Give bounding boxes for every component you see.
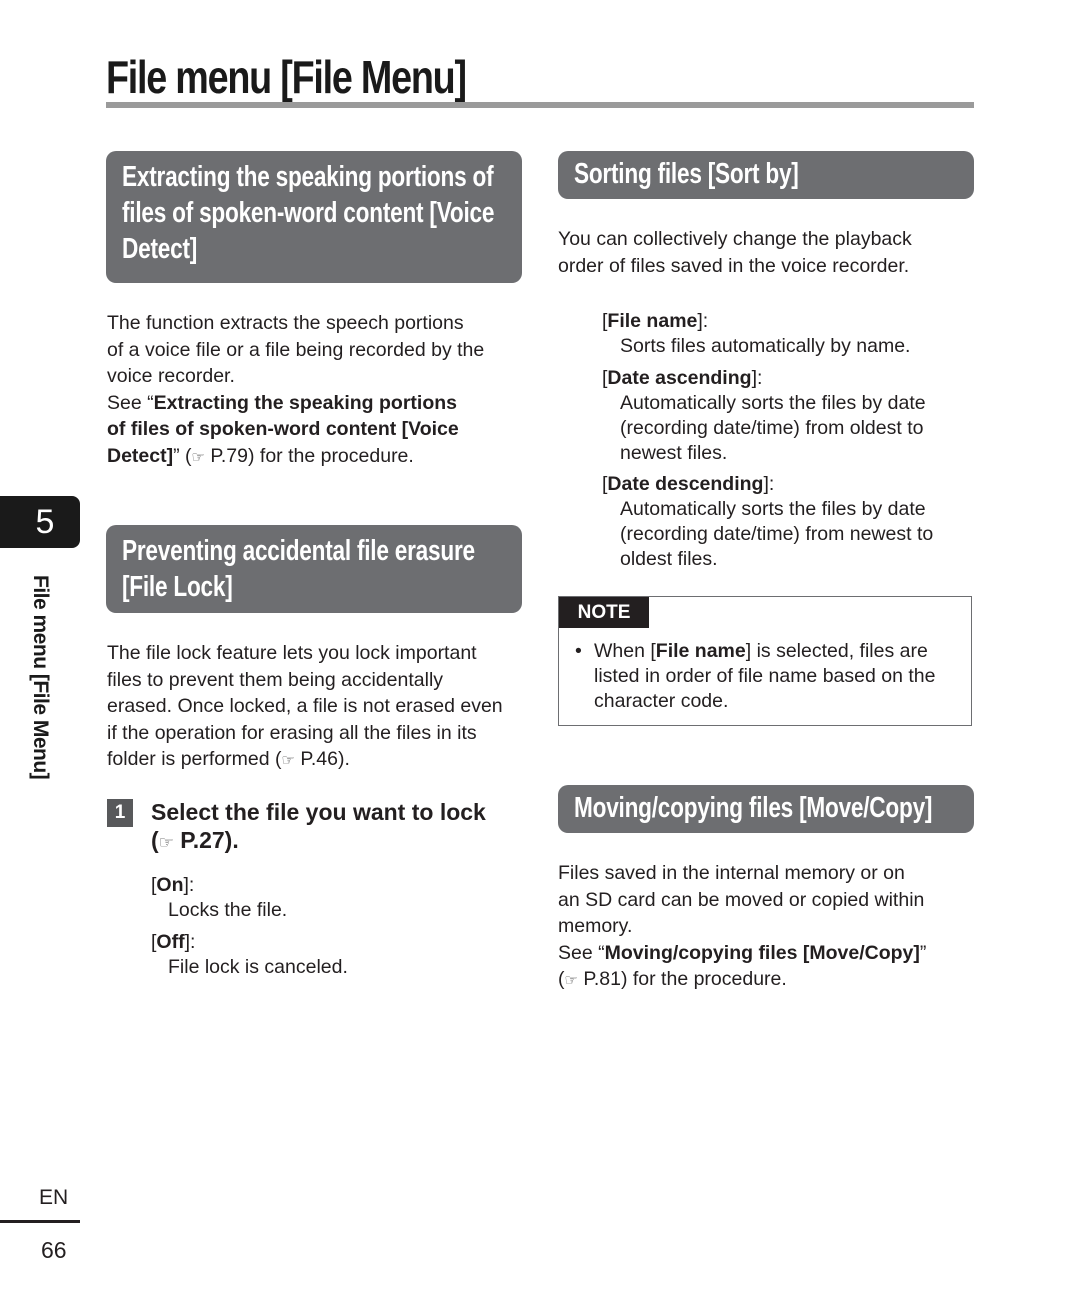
text-line: The file lock feature lets you lock impo… [107,642,477,664]
text-line: newest files. [620,442,728,464]
page-number: 66 [41,1237,67,1263]
see-reference: See “Moving/copying files [Move/Copy]” [558,940,978,967]
text-line: Automatically sorts the files by date [620,392,926,414]
reference-title: of files of spoken-word content [Voice [107,418,459,440]
page-reference: P.27). [173,827,239,853]
option-desc-date-ascending: Automatically sorts the files by date (r… [620,391,926,466]
title-rule [106,102,974,108]
reference-title: Extracting the speaking portions [153,391,457,414]
pointing-hand-icon: ☞ [158,833,174,852]
section-heading-voice-detect: Extracting the speaking portions of file… [106,151,522,283]
voice-detect-description: The function extracts the speech portion… [107,310,537,471]
option-desc-off: File lock is canceled. [168,956,348,978]
option-name: Off [156,931,185,953]
heading-line: Preventing accidental file erasure [122,535,475,567]
pointing-hand-icon: ☞ [191,448,205,466]
option-name: Date ascending [607,367,752,389]
text-line: You can collectively change the playback [558,228,912,250]
text-line: Sorts files automatically by name. [620,335,911,357]
option-desc-date-descending: Automatically sorts the files by date (r… [620,497,933,572]
page-reference-line[interactable]: folder is performed (☞ P.46). [107,746,537,775]
chapter-tab: 5 [0,496,80,548]
text-fragment: folder is performed ( [107,748,282,770]
step-number-badge: 1 [107,799,133,827]
section-heading-sort-by: Sorting files [Sort by] [558,151,974,199]
text-line: The function extracts the speech portion… [107,312,464,334]
text-line: files to prevent them being accidentally [107,668,444,691]
see-reference-page[interactable]: Detect]” (☞ P.79) for the procedure. [107,443,537,472]
step-page-reference[interactable]: (☞ P.27). [151,826,486,857]
sort-by-description: You can collectively change the playback… [558,226,978,279]
text-line: an SD card can be moved or copied within [558,888,925,911]
text-line: (recording date/time) from oldest to [620,417,924,439]
quote-close: ” [919,941,927,964]
text-fragment: ] is selected, files are [745,640,928,662]
see-reference: See “Extracting the speaking portions [107,390,537,417]
option-label-date-ascending: [Date ascending]: [602,367,763,389]
text-line: oldest files. [620,548,718,570]
pointing-hand-icon: ☞ [564,972,578,989]
note-text: • When [File name] is selected, files ar… [575,639,965,714]
heading-line: Sorting files [Sort by] [574,158,799,190]
option-label-off: [Off]: [151,931,196,953]
step-line: Select the file you want to lock [151,799,486,825]
see-prefix: See “ [107,391,154,414]
text-fragment: ( [151,827,159,853]
text-line: order of files saved in the voice record… [558,254,910,277]
text-line: (recording date/time) from newest to [620,523,934,545]
heading-line: Moving/copying files [Move/Copy] [574,792,933,824]
language-label: EN [39,1186,69,1209]
text-line: of a voice file or a file being recorded… [107,338,485,361]
option-name: Date descending [607,473,764,495]
page-reference: P.46). [294,748,350,770]
note-line: character code. [594,690,729,712]
note-line: listed in order of file name based on th… [594,665,936,687]
reference-title: Detect] [107,444,174,467]
page-title: File menu [File Menu] [106,51,467,103]
bullet-icon: • [575,640,582,662]
side-chapter-label: File menu [File Menu] [29,575,52,780]
page-reference: P.79) for the procedure. [204,444,414,467]
text-line: memory. [558,915,633,937]
text-line: erased. Once locked, a file is not erase… [107,695,503,717]
section-heading-file-lock: Preventing accidental file erasure [File… [106,525,522,613]
option-desc-file-name: Sorts files automatically by name. [620,334,910,359]
note-box: NOTE • When [File name] is selected, fil… [558,596,972,726]
text-line: if the operation for erasing all the fil… [107,721,477,744]
option-label-date-descending: [Date descending]: [602,473,775,495]
heading-line: files of spoken-word content [Voice [122,197,495,229]
note-line: When [File name] is selected, files are [594,639,965,664]
note-tag: NOTE [559,597,649,628]
step-instruction: Select the file you want to lock (☞ P.27… [151,798,486,857]
option-desc-on: Locks the file. [168,899,288,921]
heading-line: Extracting the speaking portions of [122,161,494,193]
reference-title: Moving/copying files [Move/Copy] [604,941,920,964]
heading-line: [File Lock] [122,571,233,603]
section-heading-move-copy: Moving/copying files [Move/Copy] [558,785,974,833]
file-lock-description: The file lock feature lets you lock impo… [107,640,537,775]
heading-line: Detect] [122,233,198,265]
option-name: On [156,874,184,896]
move-copy-description: Files saved in the internal memory or on… [558,860,978,995]
footer-rule [0,1220,80,1223]
option-label-file-name: [File name]: [602,310,709,332]
option-name: File name [607,310,698,332]
quote-close: ” ( [173,444,192,467]
option-name: File name [655,640,746,662]
see-prefix: See “ [558,941,605,964]
text-line: Automatically sorts the files by date [620,498,926,520]
pointing-hand-icon: ☞ [281,752,295,769]
option-label-on: [On]: [151,874,195,896]
text-line: voice recorder. [107,365,235,387]
see-reference-page[interactable]: (☞ P.81) for the procedure. [558,966,978,995]
page-reference: P.81) for the procedure. [577,968,787,990]
text-fragment: When [ [594,640,656,662]
text-line: Files saved in the internal memory or on [558,862,905,884]
